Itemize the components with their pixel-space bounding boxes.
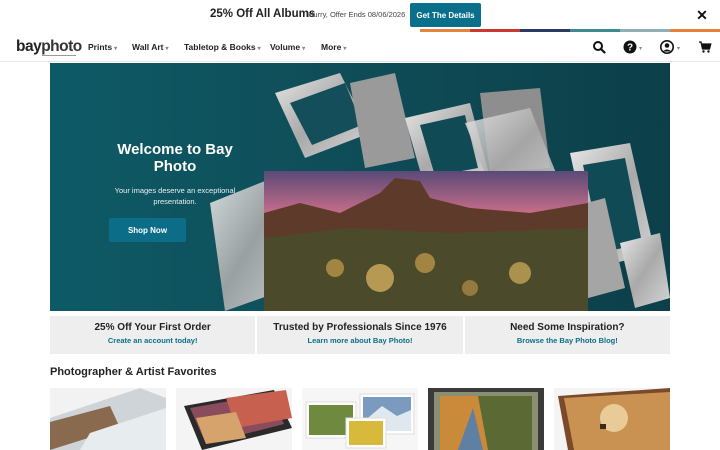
nav-item-prints[interactable]: Prints ▾ (88, 42, 117, 52)
logo-underline (42, 55, 76, 56)
main-nav: bayphoto Prints ▾ Wall Art ▾ Tabletop & Bo… (0, 32, 720, 62)
svg-text:?: ? (627, 43, 633, 54)
info-title: Trusted by Professionals Since 1976 (273, 322, 447, 333)
nav-item-label: More (321, 42, 342, 52)
chevron-down-icon: ▾ (165, 46, 169, 52)
info-title: 25% Off Your First Order (94, 322, 211, 333)
nav-item-volume[interactable]: Volume ▾ (270, 42, 305, 52)
search-icon[interactable] (592, 40, 606, 54)
favorite-thumbnail[interactable] (50, 388, 166, 450)
nav-item-more[interactable]: More ▾ (321, 42, 346, 52)
blog-link[interactable]: Browse the Bay Photo Blog! (465, 336, 670, 345)
hero-title: Welcome to Bay Photo (117, 141, 233, 175)
info-first-order: 25% Off Your First Order Create an accou… (50, 316, 256, 354)
hero-text: Your images deserve an exceptional prese… (114, 186, 236, 206)
favorite-thumbnail[interactable] (302, 388, 418, 450)
favorites-heading: Photographer & Artist Favorites (50, 366, 217, 378)
nav-item-label: Wall Art (132, 42, 164, 52)
chevron-down-icon: ▾ (302, 46, 306, 52)
favorite-thumbnail[interactable] (176, 388, 292, 450)
create-account-link[interactable]: Create an account today! (50, 336, 255, 345)
prints-image (302, 388, 418, 450)
info-trusted: Trusted by Professionals Since 1976 Lear… (255, 316, 463, 354)
info-title: Need Some Inspiration? (510, 322, 625, 333)
nav-item-tabletop-books[interactable]: Tabletop & Books ▾ (184, 42, 261, 52)
get-details-button[interactable]: Get The Details (410, 3, 481, 27)
learn-more-link[interactable]: Learn more about Bay Photo! (257, 336, 462, 345)
cart-icon[interactable] (698, 40, 712, 54)
hero-banner: Welcome to Bay Photo Your images deserve… (50, 63, 670, 311)
account-icon[interactable] (660, 40, 674, 54)
promo-title: 25% Off All Albums (210, 8, 316, 20)
chevron-down-icon: ▾ (257, 46, 261, 52)
help-icon[interactable]: ? (623, 40, 637, 54)
metal-print-image (50, 388, 166, 450)
chevron-down-icon: ▾ (343, 46, 347, 52)
close-icon[interactable]: ✕ (694, 7, 710, 23)
promo-subtitle: Hurry, Offer Ends 08/06/2026 (308, 10, 406, 19)
favorite-thumbnail[interactable] (554, 388, 670, 450)
logo[interactable]: bayphoto (16, 38, 82, 56)
logo-text-photo: photo (41, 38, 82, 55)
nav-item-label: Tabletop & Books (184, 42, 256, 52)
shop-now-button[interactable]: Shop Now (109, 218, 186, 242)
chevron-down-icon: ▾ (677, 46, 681, 52)
nav-item-label: Volume (270, 42, 301, 52)
info-inspiration: Need Some Inspiration? Browse the Bay Ph… (462, 316, 670, 354)
info-strip: 25% Off Your First Order Create an accou… (50, 316, 670, 354)
framed-print-image (428, 388, 544, 450)
chevron-down-icon: ▾ (639, 46, 643, 52)
logo-text-bay: bay (16, 38, 42, 55)
canvas-print-image (554, 388, 670, 450)
photo-book-image (176, 388, 292, 450)
favorite-thumbnail[interactable] (428, 388, 544, 450)
nav-item-wall-art[interactable]: Wall Art ▾ (132, 42, 169, 52)
chevron-down-icon: ▾ (114, 46, 118, 52)
nav-item-label: Prints (88, 42, 113, 52)
promo-banner: 25% Off All Albums Hurry, Offer Ends 08/… (0, 0, 720, 32)
